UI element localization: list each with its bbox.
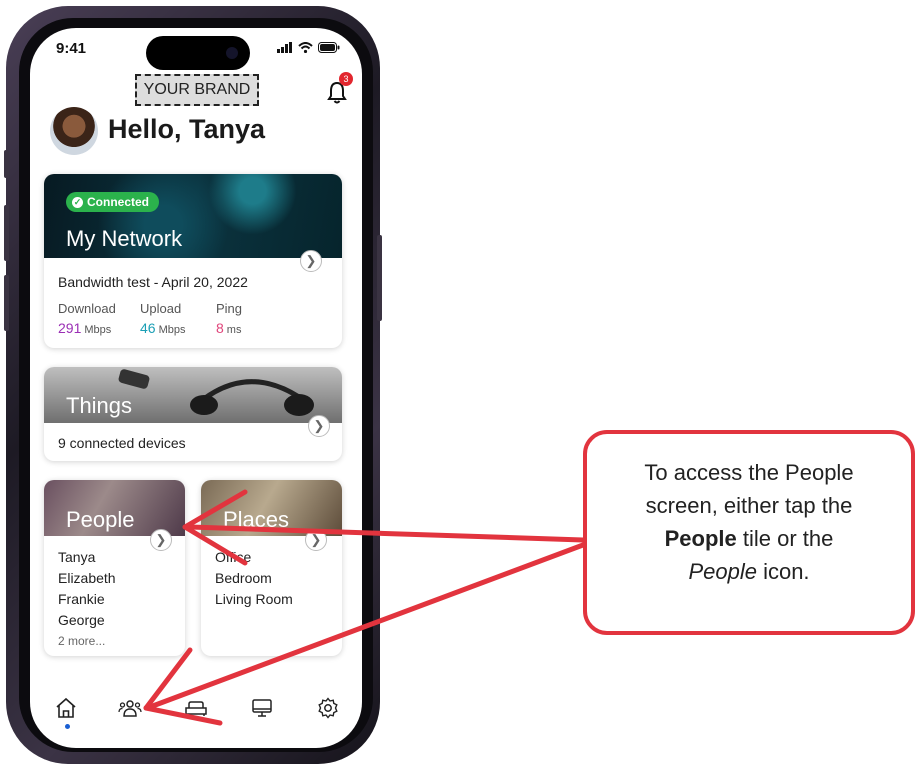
callout-line: People icon. bbox=[607, 555, 891, 588]
callout-text: To access the People screen, either tap … bbox=[607, 456, 891, 588]
arrow-to-people-tile bbox=[187, 524, 586, 543]
callout-line: People tile or the bbox=[607, 522, 891, 555]
callout-line: screen, either tap the bbox=[645, 493, 853, 518]
callout-bold-people: People bbox=[664, 526, 737, 551]
arrowhead-people-icon-lower bbox=[143, 705, 223, 726]
callout-line-rest: tile or the bbox=[736, 526, 834, 551]
arrow-to-people-icon bbox=[147, 542, 586, 710]
instruction-callout: To access the People screen, either tap … bbox=[583, 430, 915, 635]
callout-line-rest: icon. bbox=[756, 559, 810, 584]
arrowhead-people-tile-upper bbox=[182, 489, 248, 530]
arrowhead-people-tile-lower bbox=[182, 524, 248, 566]
annotation-arrows bbox=[143, 489, 586, 726]
callout-italic-people: People bbox=[688, 559, 757, 584]
callout-line: To access the People bbox=[644, 460, 854, 485]
